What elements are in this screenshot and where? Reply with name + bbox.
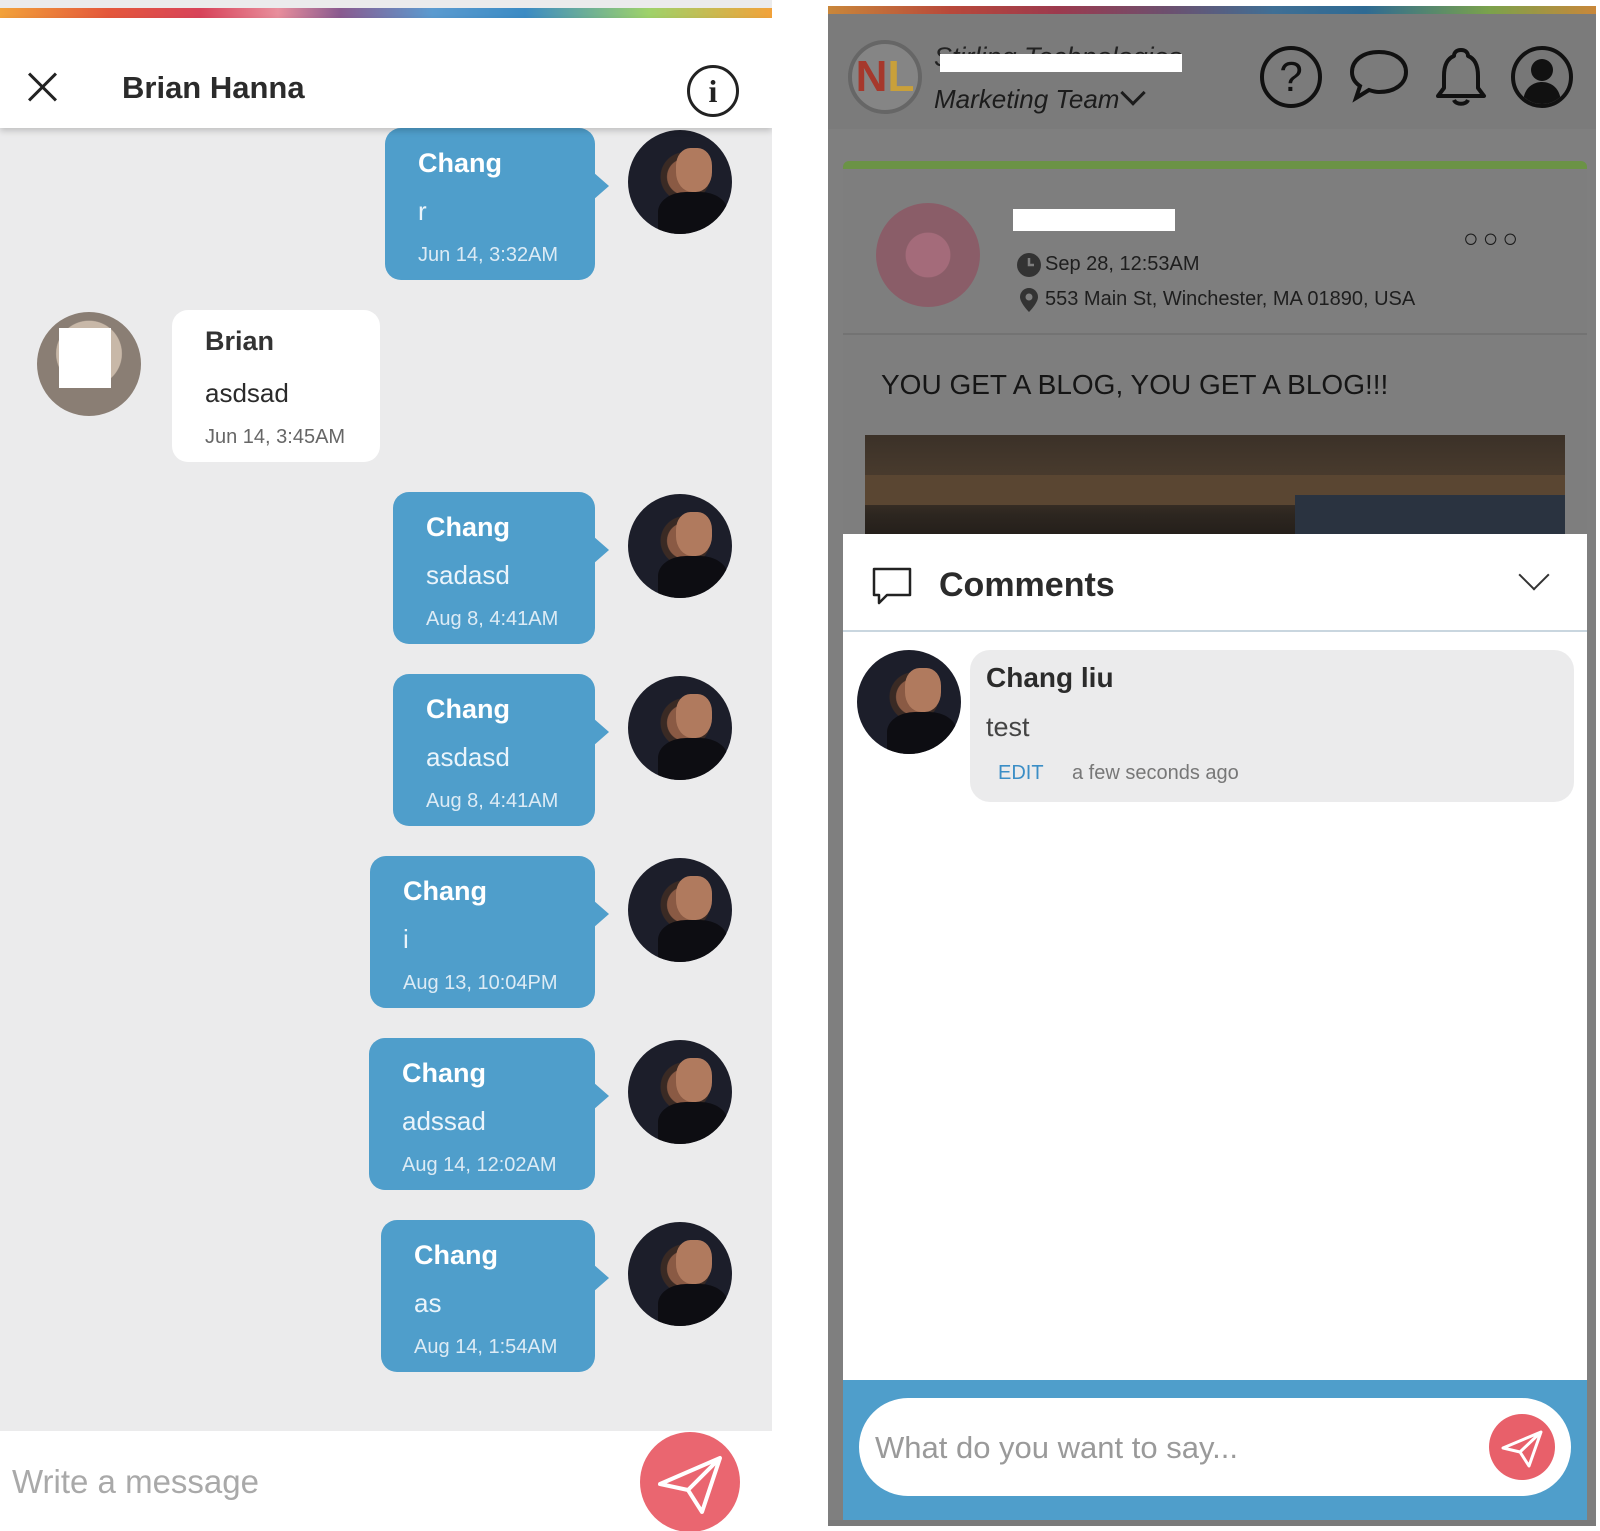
avatar bbox=[628, 130, 732, 234]
help-icon[interactable]: ? bbox=[1260, 46, 1322, 108]
comments-title: Comments bbox=[939, 566, 1115, 604]
message-bubble: Chang r Jun 14, 3:32AM bbox=[385, 128, 609, 280]
chat-icon[interactable] bbox=[1348, 46, 1410, 108]
comment-input[interactable] bbox=[875, 1426, 1455, 1470]
bottom-edge bbox=[828, 1520, 1596, 1526]
comment-composer bbox=[843, 1380, 1587, 1520]
send-button[interactable] bbox=[1489, 1414, 1555, 1480]
message-text: sadasd bbox=[426, 560, 510, 590]
chat-title: Brian Hanna bbox=[122, 70, 305, 105]
message-sender: Chang bbox=[414, 1240, 498, 1270]
brand-color-bar bbox=[0, 8, 772, 18]
team-selector[interactable]: Marketing Team bbox=[934, 84, 1119, 115]
avatar bbox=[628, 494, 732, 598]
info-icon[interactable]: i bbox=[687, 65, 739, 117]
comment-time: a few seconds ago bbox=[1072, 762, 1239, 784]
chat-header: Brian Hanna i bbox=[0, 18, 772, 128]
chevron-down-icon[interactable] bbox=[1120, 80, 1146, 106]
avatar bbox=[628, 1222, 732, 1326]
comment-author: Chang liu bbox=[986, 662, 1114, 693]
divider bbox=[843, 333, 1587, 335]
avatar[interactable] bbox=[876, 203, 980, 307]
message-text: r bbox=[418, 196, 427, 226]
send-icon bbox=[1501, 1430, 1543, 1468]
send-icon bbox=[658, 1456, 722, 1514]
message-time: Aug 13, 10:04PM bbox=[403, 972, 558, 994]
comments-sheet: Comments Chang liu test EDIT a few secon… bbox=[843, 534, 1587, 1380]
avatar bbox=[857, 650, 961, 754]
logo-icon[interactable]: NL bbox=[848, 40, 922, 114]
post-time: Sep 28, 12:53AM bbox=[1045, 253, 1200, 275]
bell-icon[interactable] bbox=[1430, 46, 1492, 108]
post-card: Sep 28, 12:53AM 553 Main St, Winchester,… bbox=[843, 161, 1587, 549]
avatar bbox=[628, 858, 732, 962]
message-bubble: Chang sadasd Aug 8, 4:41AM bbox=[393, 492, 609, 644]
message-time: Aug 8, 4:41AM bbox=[426, 608, 559, 630]
more-options-icon[interactable]: ○○○ bbox=[1463, 223, 1522, 254]
message-bubble: Chang as Aug 14, 1:54AM bbox=[381, 1220, 609, 1372]
avatar bbox=[628, 676, 732, 780]
location-pin-icon bbox=[1019, 287, 1039, 313]
message-input[interactable] bbox=[12, 1459, 592, 1505]
message-bubble: Chang i Aug 13, 10:04PM bbox=[370, 856, 609, 1008]
message-sender: Brian bbox=[205, 326, 275, 356]
comments-header[interactable]: Comments bbox=[843, 534, 1587, 632]
message-time: Aug 8, 4:41AM bbox=[426, 790, 559, 812]
message-time: Jun 14, 3:32AM bbox=[418, 244, 559, 266]
clock-icon bbox=[1017, 253, 1041, 277]
message-sender: Chang bbox=[402, 1058, 486, 1088]
message-time: Jun 14, 3:45AM bbox=[205, 426, 346, 448]
message-text: asdsad bbox=[205, 378, 289, 408]
message-text: asdasd bbox=[426, 742, 510, 772]
brand-color-bar bbox=[828, 6, 1596, 14]
send-button[interactable] bbox=[640, 1432, 740, 1531]
profile-icon[interactable] bbox=[1511, 46, 1573, 108]
message-sender: Chang bbox=[418, 148, 502, 178]
post-image[interactable] bbox=[865, 435, 1565, 549]
redaction bbox=[940, 54, 1182, 72]
message-time: Aug 14, 1:54AM bbox=[414, 1336, 558, 1358]
post-title: YOU GET A BLOG, YOU GET A BLOG!!! bbox=[881, 369, 1389, 400]
message-bubble: Brian asdsad Jun 14, 3:45AM bbox=[172, 310, 380, 462]
message-text: as bbox=[414, 1288, 442, 1318]
redaction bbox=[59, 328, 111, 388]
avatar bbox=[628, 1040, 732, 1144]
chevron-down-icon[interactable] bbox=[1518, 559, 1550, 591]
message-sender: Chang bbox=[426, 694, 510, 724]
message-text: i bbox=[403, 924, 409, 954]
message-sender: Chang bbox=[403, 876, 487, 906]
post-comments-panel: NL Stirling Technologies Marketing Team … bbox=[828, 6, 1596, 1526]
message-text: adssad bbox=[402, 1106, 486, 1136]
message-time: Aug 14, 12:02AM bbox=[402, 1154, 557, 1176]
comment-field bbox=[859, 1398, 1571, 1496]
avatar bbox=[37, 312, 141, 416]
comment-item: Chang liu test EDIT a few seconds ago bbox=[970, 650, 1574, 802]
close-icon[interactable] bbox=[24, 68, 62, 106]
message-sender: Chang bbox=[426, 512, 510, 542]
comment-icon bbox=[871, 566, 913, 606]
message-bubble: Chang asdasd Aug 8, 4:41AM bbox=[393, 674, 609, 826]
app-header: NL Stirling Technologies Marketing Team … bbox=[828, 14, 1596, 129]
comment-text: test bbox=[986, 712, 1030, 742]
direct-message-panel: Brian Hanna i Chang r Jun 14, 3:32AM Bri… bbox=[0, 0, 772, 1531]
post-location: 553 Main St, Winchester, MA 01890, USA bbox=[1045, 288, 1416, 310]
redaction bbox=[1013, 209, 1175, 231]
edit-comment-link[interactable]: EDIT bbox=[998, 762, 1044, 785]
message-bubble: Chang adssad Aug 14, 12:02AM bbox=[369, 1038, 609, 1190]
